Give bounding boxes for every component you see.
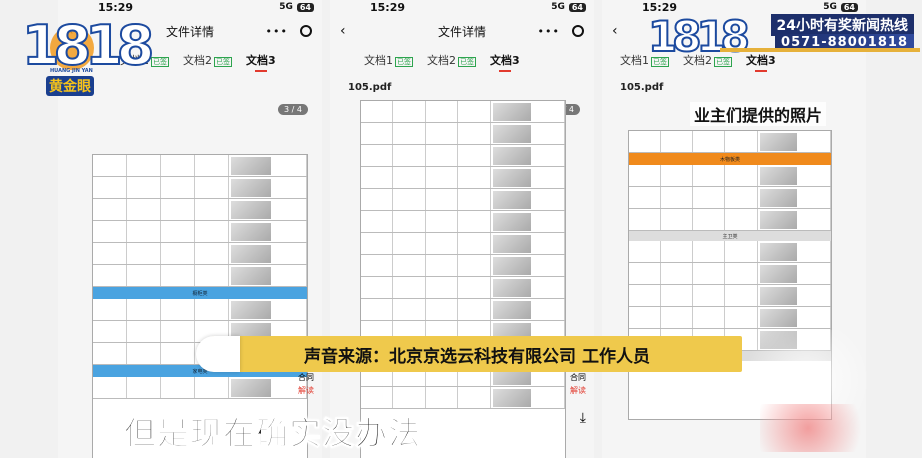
more-icon[interactable]: •••	[266, 25, 288, 38]
blur-mask-red	[760, 404, 880, 452]
status-bar: 15:29 5G 64	[58, 0, 322, 14]
battery-icon: 64	[296, 2, 314, 12]
logo-name: 黄金眼	[46, 76, 94, 96]
nav-title: 文件详情	[437, 24, 486, 39]
news-hotline-banner: 24小时有奖新闻热线 0571-88001818	[720, 14, 920, 52]
source-caption-text: 声音来源：北京京选云科技有限公司 工作人员	[304, 346, 650, 367]
contract-interpret-button[interactable]: 合同 解读	[570, 372, 586, 396]
tab-doc2[interactable]: 文档2 已签	[427, 52, 476, 72]
section-header: 主卫类	[629, 231, 831, 241]
status-bar: 15:29 5G 64	[330, 0, 594, 14]
tab-doc3[interactable]: 文档3	[746, 52, 776, 72]
hotline-underline	[720, 48, 920, 52]
doc-tabs: 文档1 已签 文档2 已签 文档3	[330, 48, 594, 72]
logo-pinyin: HUANG JIN YAN	[50, 68, 93, 74]
logo-digits-small: 1818	[647, 11, 751, 62]
page-indicator: 3 / 4	[278, 104, 308, 115]
section-header: 木物板类	[629, 153, 831, 165]
tab-doc2[interactable]: 文档2 已签	[183, 52, 232, 72]
station-logo-small: 1818	[647, 11, 751, 68]
caption-bar-tip	[196, 336, 240, 372]
signal-label: 5G	[551, 2, 565, 12]
nav-bar: ‹ 文件详情 •••	[330, 14, 594, 48]
status-time: 15:29	[370, 0, 406, 14]
contract-interpret-button[interactable]: 合同 解读	[298, 372, 314, 396]
speech-subtitle: 但是现在确实没办法	[123, 414, 422, 453]
tab-doc3[interactable]: 文档3	[246, 52, 276, 72]
document-page	[360, 100, 566, 458]
signal-label: 5G	[823, 2, 837, 12]
nav-title: 文件详情	[165, 24, 214, 39]
file-name: 105.pdf	[348, 82, 392, 93]
phone-screen-2: 15:29 5G 64 ‹ 文件详情 ••• 文档1 已签 文档2 已签 文档3 1…	[330, 0, 594, 458]
back-icon[interactable]: ‹	[340, 23, 346, 39]
download-icon[interactable]: ⤓	[580, 410, 586, 426]
photo-caption: 业主们提供的照片	[690, 102, 827, 126]
hotline-title: 24小时有奖新闻热线	[770, 14, 914, 36]
back-icon[interactable]: ‹	[612, 23, 618, 39]
video-frame: 15:29 5G 64 ‹ 文件详情 ••• 文档1已签 文档2已签 文档3 3…	[0, 0, 922, 458]
station-logo: 1818 HUANG JIN YAN 黄金眼	[21, 13, 162, 98]
tab-doc3[interactable]: 文档3	[490, 52, 520, 72]
section-header: 橱柜类	[93, 287, 307, 299]
battery-icon: 64	[568, 2, 586, 12]
status-time: 15:29	[98, 0, 134, 14]
more-icon[interactable]: •••	[538, 25, 560, 38]
file-name: 105.pdf	[620, 82, 664, 93]
source-caption-bar: 声音来源：北京京选云科技有限公司 工作人员	[196, 336, 742, 372]
target-icon[interactable]	[300, 25, 312, 37]
target-icon[interactable]	[572, 25, 584, 37]
tab-doc1[interactable]: 文档1 已签	[364, 52, 413, 72]
battery-icon: 64	[840, 2, 858, 12]
signal-label: 5G	[279, 2, 293, 12]
